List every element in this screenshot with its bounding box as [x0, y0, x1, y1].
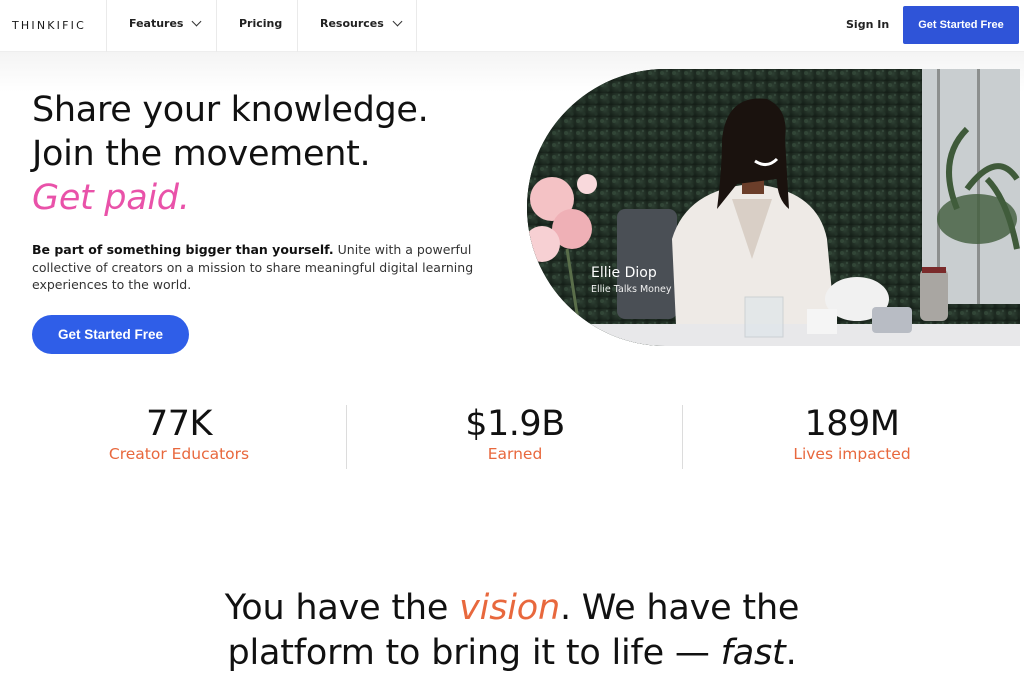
nav-divider — [216, 0, 217, 52]
nav-item-pricing[interactable]: Pricing — [239, 17, 282, 30]
thinkific-logo[interactable]: THINKIFIC — [12, 19, 86, 32]
vision-text: platform to bring it to life — — [227, 633, 721, 673]
stat-divider — [346, 405, 347, 469]
photo-caption-name: Ellie Diop — [591, 265, 657, 281]
top-navigation: THINKIFIC Features Pricing Resources Sig… — [0, 0, 1024, 52]
headline-line-3: Get paid. — [32, 178, 190, 218]
stat-label: Lives impacted — [793, 445, 911, 463]
vision-accent: vision — [459, 588, 560, 628]
hero-description: Be part of something bigger than yoursel… — [32, 241, 477, 294]
stat-earned: $1.9B Earned — [365, 402, 665, 464]
stat-label: Earned — [487, 445, 543, 463]
hero-photo-illustration — [527, 69, 1020, 346]
vision-fast: fast — [720, 633, 786, 673]
vision-heading: You have the vision. We have the platfor… — [0, 586, 1024, 676]
chevron-down-icon — [192, 16, 202, 27]
nav-divider — [297, 0, 298, 52]
vision-line-1: You have the vision. We have the — [0, 586, 1024, 631]
stat-divider — [682, 405, 683, 469]
headline-line-1: Share your knowledge. — [32, 90, 429, 130]
stat-value: $1.9B — [465, 404, 565, 444]
nav-divider — [106, 0, 107, 52]
hero-headline: Share your knowledge. Join the movement.… — [32, 88, 429, 220]
nav-item-features[interactable]: Features — [129, 16, 202, 30]
nav-item-label: Pricing — [239, 17, 283, 30]
hero-description-bold: Be part of something bigger than yoursel… — [32, 242, 334, 257]
nav-divider — [416, 0, 417, 52]
nav-item-resources[interactable]: Resources — [320, 16, 403, 30]
photo-caption-subtitle: Ellie Talks Money — [591, 284, 672, 295]
chevron-down-icon — [392, 16, 403, 27]
vision-text: . We have the — [559, 588, 800, 628]
stat-label: Creator Educators — [108, 445, 250, 463]
vision-text: . — [785, 633, 797, 673]
vision-text: You have the — [224, 588, 460, 628]
get-started-free-button[interactable]: Get Started Free — [903, 6, 1019, 44]
headline-line-2: Join the movement. — [32, 134, 371, 174]
hero-get-started-button[interactable]: Get Started Free — [32, 315, 189, 354]
stat-creator-educators: 77K Creator Educators — [29, 402, 329, 464]
vision-line-2: platform to bring it to life — fast. — [0, 631, 1024, 676]
stat-value: 77K — [146, 404, 213, 444]
stat-value: 189M — [804, 404, 900, 444]
hero-photo — [527, 69, 1020, 346]
stat-lives-impacted: 189M Lives impacted — [702, 402, 1002, 464]
nav-item-label: Features — [129, 17, 184, 30]
nav-item-label: Resources — [320, 17, 384, 30]
sign-in-link[interactable]: Sign In — [846, 18, 889, 31]
